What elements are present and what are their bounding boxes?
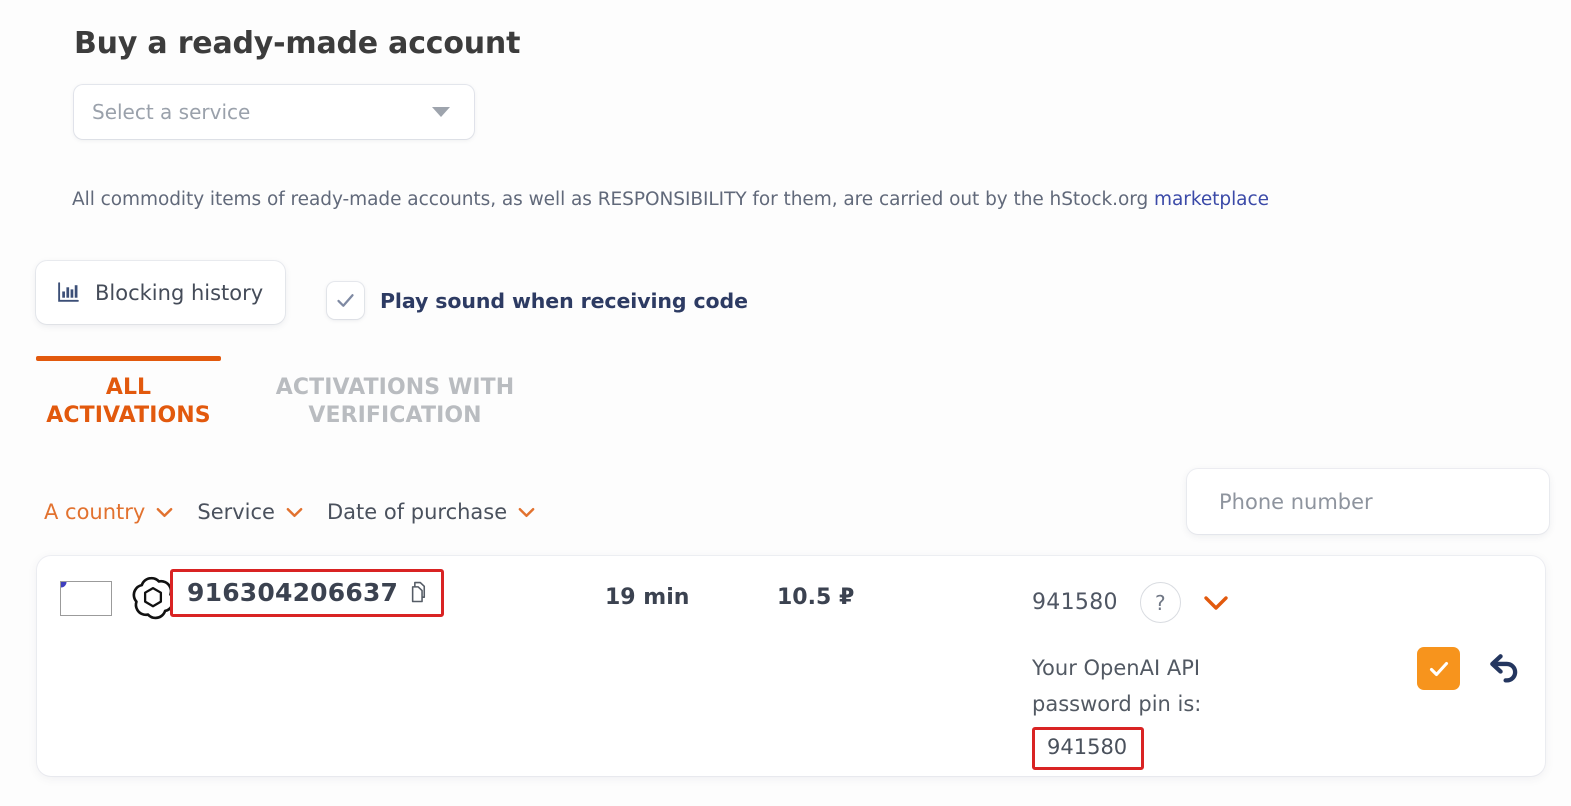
blocking-history-label: Blocking history	[95, 280, 264, 305]
marketplace-link[interactable]: marketplace	[1154, 189, 1269, 210]
sms-pin-highlight: 941580	[1032, 727, 1145, 770]
code-value[interactable]: 941580	[1032, 590, 1118, 615]
filter-service[interactable]: Service	[197, 500, 303, 524]
tab-all-activations[interactable]: ALL ACTIVATIONS	[36, 356, 221, 430]
chevron-down-icon[interactable]	[1203, 595, 1229, 611]
tab-active-indicator	[36, 356, 221, 361]
india-flag-icon	[60, 581, 112, 616]
activation-tabs: ALL ACTIVATIONS ACTIVATIONS WITH VERIFIC…	[36, 356, 535, 430]
chevron-down-icon	[518, 507, 535, 518]
tab-activations-with-verification[interactable]: ACTIVATIONS WITH VERIFICATION	[255, 356, 535, 430]
undo-arrow-icon	[1490, 653, 1518, 683]
tab-inactive-indicator	[255, 356, 535, 361]
price-value: 10.5 ₽	[777, 585, 855, 610]
filter-date-of-purchase-label: Date of purchase	[326, 500, 508, 524]
filter-country[interactable]: A country	[44, 500, 173, 524]
chevron-down-icon	[432, 107, 450, 117]
search-input[interactable]	[1219, 489, 1517, 514]
refund-button[interactable]	[1486, 652, 1524, 686]
sms-line-2: password pin is:	[1032, 692, 1202, 717]
openai-logo-icon	[131, 576, 175, 624]
page-title: Buy a ready-made account	[74, 26, 521, 61]
copy-icon[interactable]	[408, 581, 429, 604]
check-icon	[337, 294, 354, 307]
activation-actions	[1417, 647, 1524, 690]
phone-number-search[interactable]	[1187, 469, 1549, 534]
activations-page: Buy a ready-made account Select a servic…	[0, 0, 1571, 806]
check-icon	[1429, 661, 1448, 676]
bar-chart-icon	[56, 280, 81, 305]
code-group: 941580 ?	[1032, 582, 1229, 623]
blocking-history-button[interactable]: Blocking history	[36, 261, 286, 324]
tab-all-activations-label: ALL ACTIVATIONS	[46, 375, 211, 429]
activation-card: 916304206637 19 min 10.5 ₽ 941580 ? Your…	[37, 556, 1545, 776]
filter-bar: A country Service Date of purchase	[44, 500, 535, 524]
play-sound-label: Play sound when receiving code	[380, 288, 748, 313]
play-sound-checkbox[interactable]	[327, 282, 364, 319]
notice-text: All commodity items of ready-made accoun…	[72, 189, 1155, 210]
activation-row: 916304206637 19 min 10.5 ₽ 941580 ?	[37, 556, 1545, 644]
sms-message: Your OpenAI API password pin is: 941580	[1032, 650, 1292, 770]
service-select-label: Select a service	[92, 100, 251, 124]
service-select[interactable]: Select a service	[74, 85, 474, 139]
phone-number-value[interactable]: 916304206637	[187, 578, 398, 607]
chevron-down-icon	[156, 507, 173, 518]
filter-date-of-purchase[interactable]: Date of purchase	[327, 500, 535, 524]
phone-number-highlight: 916304206637	[170, 569, 445, 617]
filter-country-label: A country	[44, 500, 146, 524]
ashoka-chakra-icon	[61, 582, 67, 588]
question-mark-icon[interactable]: ?	[1139, 582, 1181, 623]
tab-activations-with-verification-label: ACTIVATIONS WITH VERIFICATION	[275, 375, 515, 429]
sms-line-1: Your OpenAI API	[1032, 656, 1201, 680]
time-remaining: 19 min	[605, 585, 690, 610]
chevron-down-icon	[286, 507, 303, 518]
play-sound-toggle[interactable]: Play sound when receiving code	[327, 282, 748, 319]
confirm-button[interactable]	[1417, 647, 1460, 690]
filter-service-label: Service	[197, 500, 275, 524]
marketplace-notice: All commodity items of ready-made accoun…	[72, 189, 1269, 210]
